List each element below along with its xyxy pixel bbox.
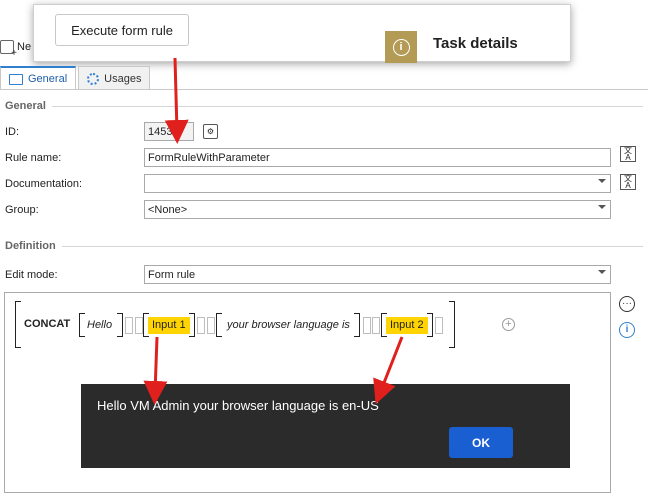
arrow-to-id (164, 57, 189, 144)
annotation-arrows (143, 57, 404, 405)
arrow-from-input-2 (373, 336, 404, 405)
arrow-from-input-1 (143, 336, 168, 405)
